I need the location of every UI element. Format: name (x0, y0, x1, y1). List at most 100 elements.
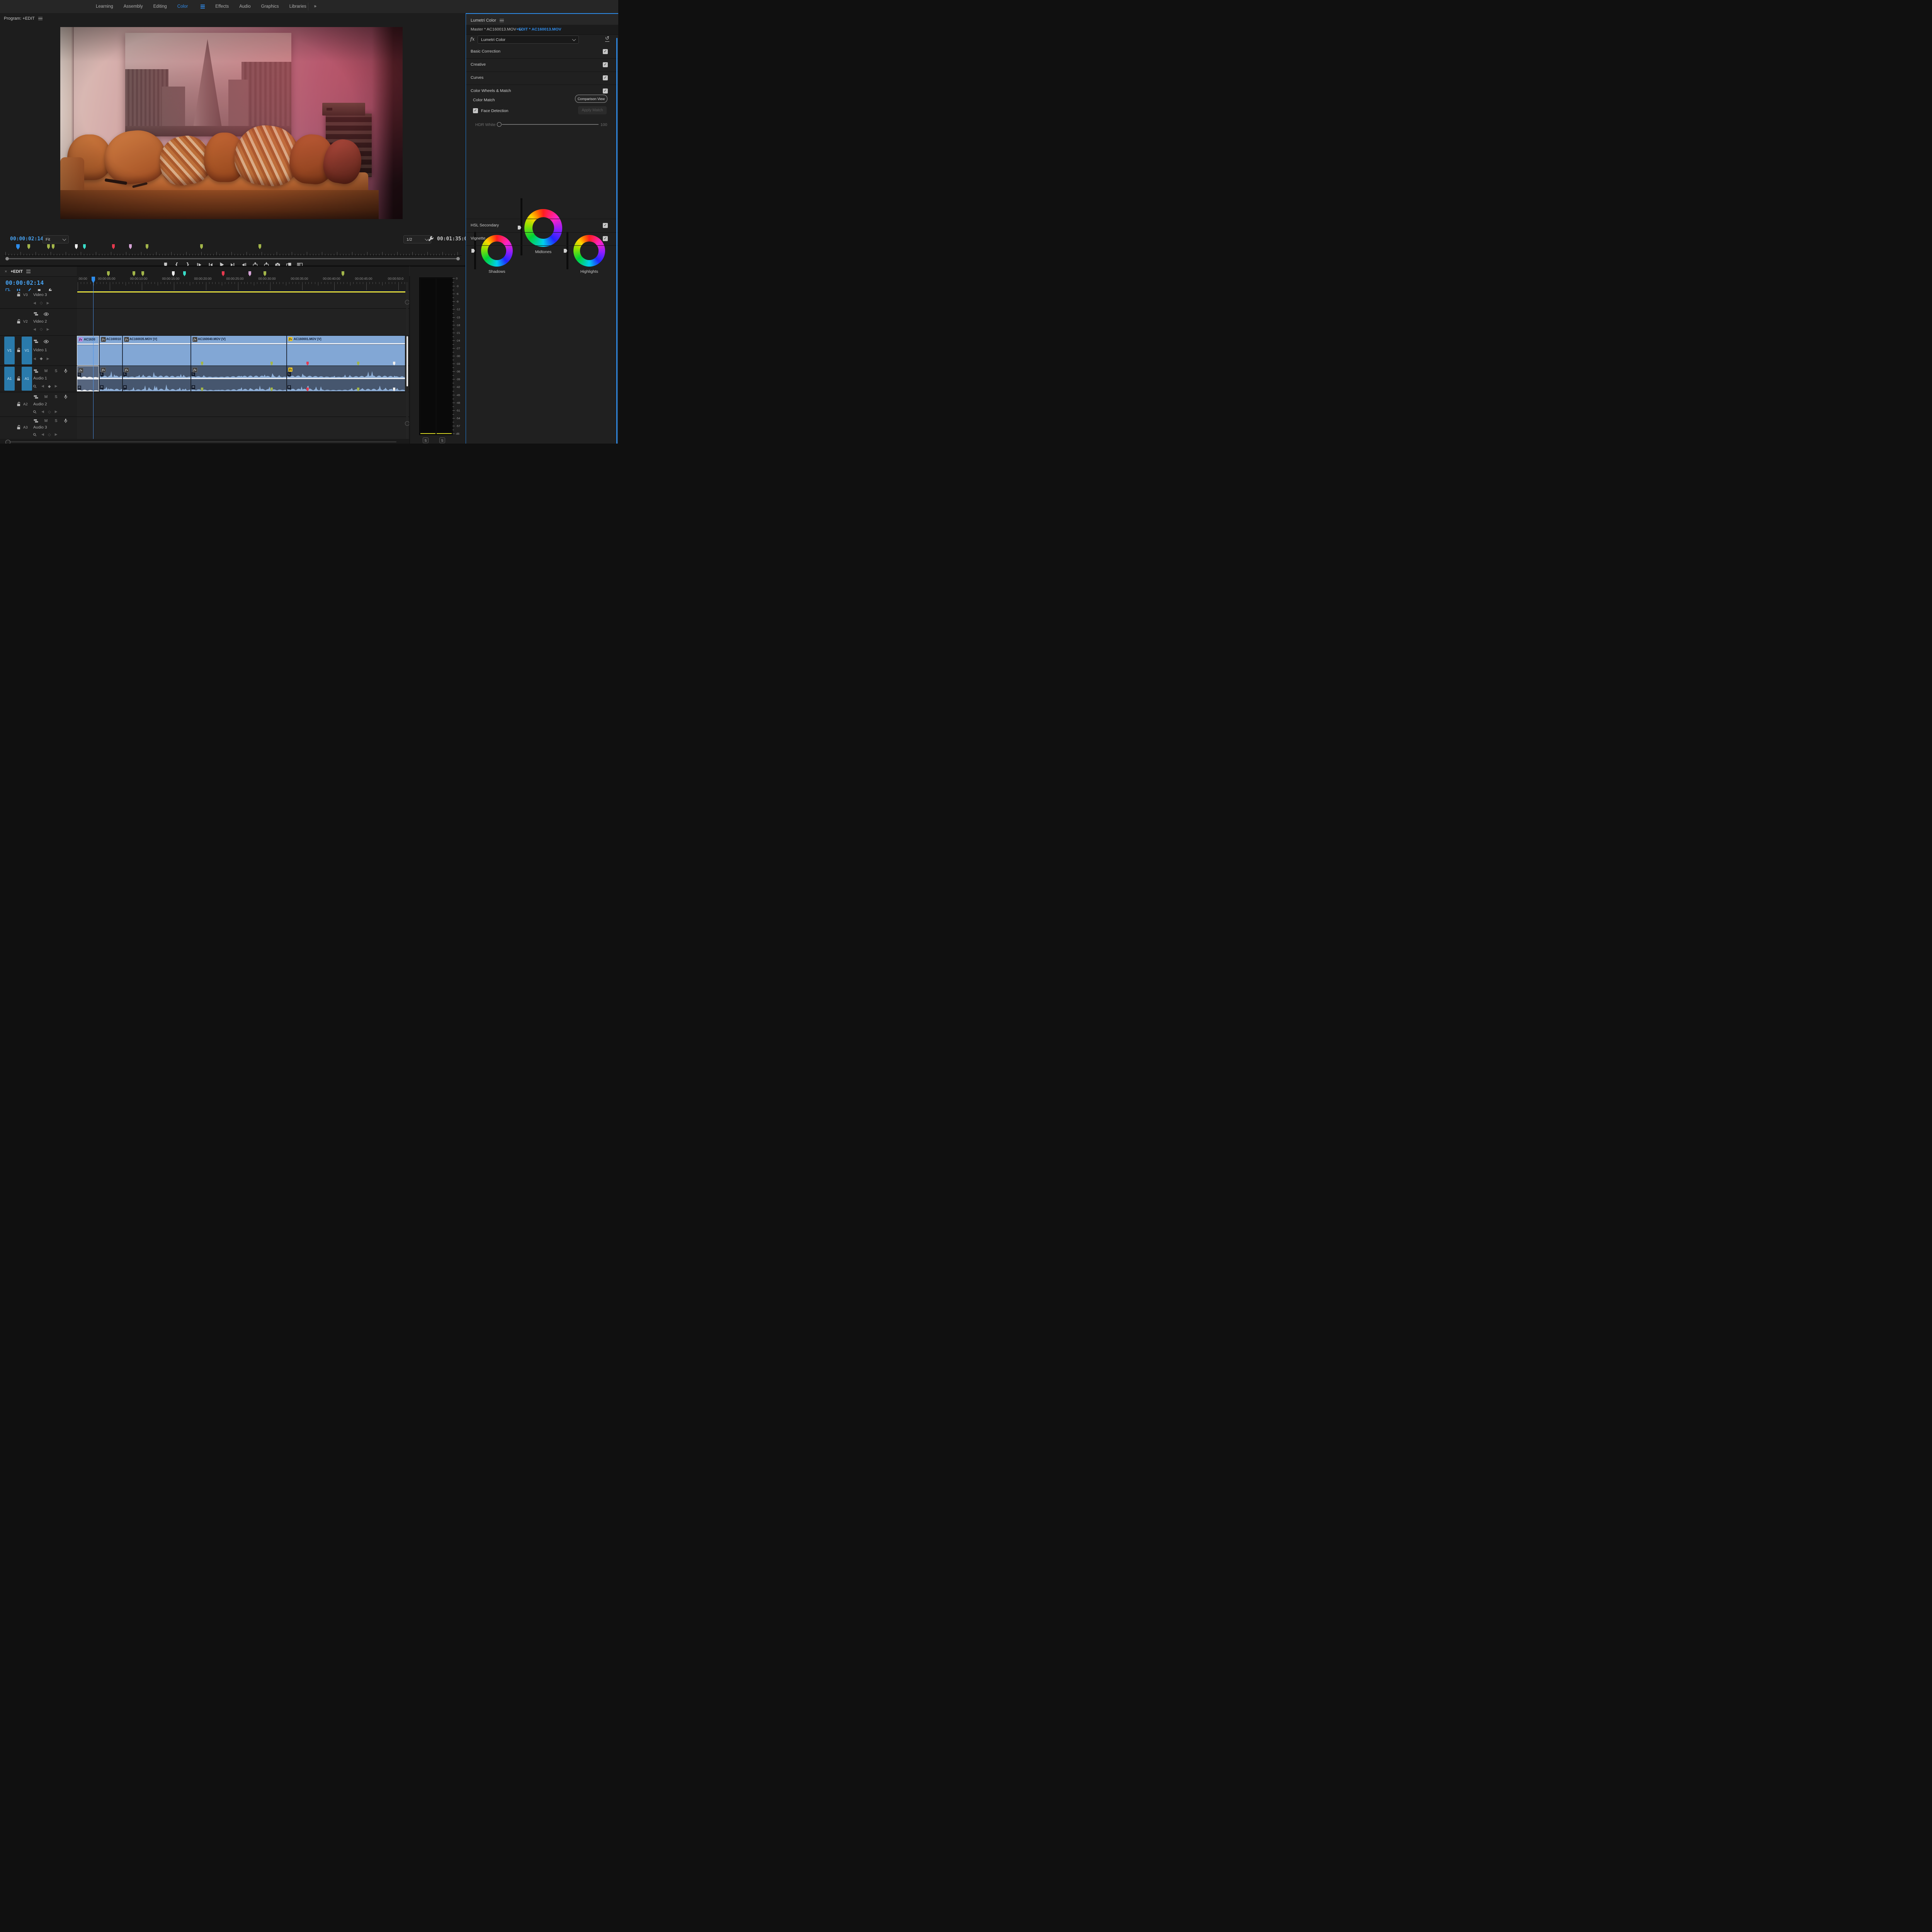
sequence-marker[interactable] (141, 271, 144, 276)
track-lock-icon[interactable] (16, 376, 22, 382)
meter-solo-left-button[interactable]: S (423, 437, 429, 443)
keyframe-icon[interactable]: ◇ (48, 410, 51, 414)
track-header-v2[interactable]: V2 Video 2 ◀◇▶ (0, 309, 77, 336)
timeline-horizontal-scrollbar[interactable] (0, 439, 409, 444)
track-id[interactable]: V3 (23, 293, 28, 297)
timeline-marker-strip[interactable] (77, 271, 409, 277)
voiceover-mic-icon[interactable] (63, 368, 68, 374)
track-id[interactable]: V2 (23, 320, 28, 324)
timeline-timecode[interactable]: 00:00:02:14 (5, 279, 44, 286)
track-output-eye-icon[interactable] (43, 312, 49, 316)
section-checkbox[interactable] (603, 49, 608, 54)
sequence-marker[interactable] (342, 271, 344, 276)
prev-keyframe-icon[interactable]: ◀ (33, 328, 36, 332)
face-detection-checkbox[interactable] (473, 108, 478, 113)
sequence-marker[interactable] (183, 271, 186, 276)
lumetri-scrollbar[interactable] (616, 38, 617, 444)
timeline-ruler-labels[interactable]: :00:0000:00:05:0000:00:10:0000:00:15:000… (77, 277, 409, 282)
track-header-v1[interactable]: V1 V1 Video 1 ◀◆▶ (0, 336, 77, 366)
prev-keyframe-icon[interactable]: ◀ (41, 433, 44, 437)
fx-badge-icon[interactable]: fx (78, 368, 83, 373)
track-lock-icon[interactable] (16, 292, 22, 298)
zoom-level-dropdown[interactable]: Fit (43, 235, 69, 243)
track-id[interactable]: A3 (23, 425, 28, 430)
keyframe-type-icon[interactable] (32, 410, 37, 414)
fx-badge-icon[interactable]: fx (288, 367, 293, 372)
sequence-marker[interactable] (264, 271, 266, 276)
hdr-white-slider-thumb[interactable] (497, 122, 502, 127)
track-lock-icon[interactable] (16, 347, 22, 353)
track-target-v1[interactable]: V1 (22, 337, 32, 364)
voiceover-mic-icon[interactable] (63, 394, 68, 400)
sync-lock-icon[interactable] (33, 418, 39, 423)
mute-button[interactable]: M (43, 419, 49, 423)
track-lock-icon[interactable] (16, 319, 22, 325)
sequence-marker[interactable] (27, 244, 30, 249)
program-monitor-title[interactable]: Program: +EDIT (4, 16, 43, 21)
apply-match-button[interactable]: Apply Match (578, 106, 607, 114)
workspace-tab-graphics[interactable]: Graphics (261, 4, 279, 9)
section-creative[interactable]: Creative (466, 58, 618, 72)
panel-menu-icon[interactable] (26, 270, 31, 273)
sequence-marker[interactable] (112, 244, 115, 249)
keyframe-icon[interactable]: ◇ (40, 301, 43, 305)
fx-badge-icon[interactable]: fx (288, 337, 293, 341)
keyframe-type-icon[interactable] (32, 384, 37, 389)
next-keyframe-icon[interactable]: ▶ (55, 433, 58, 437)
sequence-marker[interactable] (259, 244, 261, 249)
program-timecode[interactable]: 00:00:02:14 (10, 236, 43, 242)
workspace-tab-assembly[interactable]: Assembly (124, 4, 143, 9)
sequence-marker[interactable] (47, 244, 50, 249)
solo-button[interactable]: S (53, 395, 59, 399)
playhead-line[interactable] (93, 282, 94, 444)
voiceover-mic-icon[interactable] (63, 418, 68, 423)
prev-keyframe-icon[interactable]: ◀ (41, 384, 44, 388)
scrollbar-cap[interactable] (405, 421, 409, 426)
fx-badge-icon[interactable]: fx (124, 367, 129, 372)
close-icon[interactable]: × (5, 269, 7, 274)
sequence-marker[interactable] (133, 271, 135, 276)
audio-clip[interactable]: LR fx (77, 366, 99, 391)
next-keyframe-icon[interactable]: ▶ (47, 328, 49, 332)
track-output-eye-icon[interactable] (43, 339, 49, 344)
fx-badge-icon[interactable]: fx (192, 367, 197, 372)
keyframe-type-icon[interactable] (32, 432, 37, 437)
workspace-tab-learning[interactable]: Learning (96, 4, 113, 9)
sequence-marker[interactable] (107, 271, 110, 276)
keyframe-icon[interactable]: ◆ (48, 384, 51, 389)
mute-button[interactable]: M (43, 369, 49, 373)
audio-clip[interactable]: LR fx (99, 366, 122, 391)
track-name[interactable]: Audio 1 (33, 376, 47, 381)
next-keyframe-icon[interactable]: ▶ (47, 357, 49, 361)
track-name[interactable]: Audio 2 (33, 402, 47, 406)
section-checkbox[interactable] (603, 75, 608, 80)
keyframe-icon[interactable]: ◇ (40, 327, 43, 332)
workspace-tab-audio[interactable]: Audio (239, 4, 250, 9)
sequence-marker[interactable] (200, 244, 203, 249)
sync-lock-icon[interactable] (33, 339, 39, 344)
track-v3[interactable] (77, 291, 409, 309)
sequence-marker[interactable] (248, 271, 251, 276)
video-clip[interactable]: fx AC160010 (99, 336, 122, 366)
track-header-a2[interactable]: A2 M S Audio 2 ◀◇▶ (0, 392, 77, 417)
workspace-tab-effects[interactable]: Effects (215, 4, 229, 9)
meter-solo-right-button[interactable]: S (439, 437, 445, 443)
video-clip[interactable]: fx AC160001.MOV [V] (287, 336, 405, 366)
hdr-white-value[interactable]: 100 (600, 122, 607, 127)
timeline-vertical-scroll-thumb[interactable] (406, 336, 408, 386)
keyframe-icon[interactable]: ◆ (40, 357, 43, 361)
track-header-a3[interactable]: A3 M S Audio 3 ◀◇▶ (0, 417, 77, 439)
next-keyframe-icon[interactable]: ▶ (55, 384, 58, 388)
sequence-marker[interactable] (222, 271, 224, 276)
master-clip-selector[interactable]: Master * AC160013.MOV (471, 27, 522, 32)
fx-badge-icon[interactable]: fx (124, 337, 129, 342)
mute-button[interactable]: M (43, 395, 49, 399)
workspace-tab-color[interactable]: Color (177, 4, 188, 9)
section-checkbox[interactable] (603, 223, 608, 228)
track-header-v3[interactable]: V3 Video 3 ◀◇▶ (0, 291, 77, 309)
video-clip[interactable]: fx AC160040.MOV [V] (191, 336, 286, 366)
comparison-view-button[interactable]: Comparison View (575, 95, 607, 103)
section-checkbox[interactable] (603, 62, 608, 67)
sequence-marker[interactable] (172, 271, 175, 276)
prev-keyframe-icon[interactable]: ◀ (33, 357, 36, 361)
